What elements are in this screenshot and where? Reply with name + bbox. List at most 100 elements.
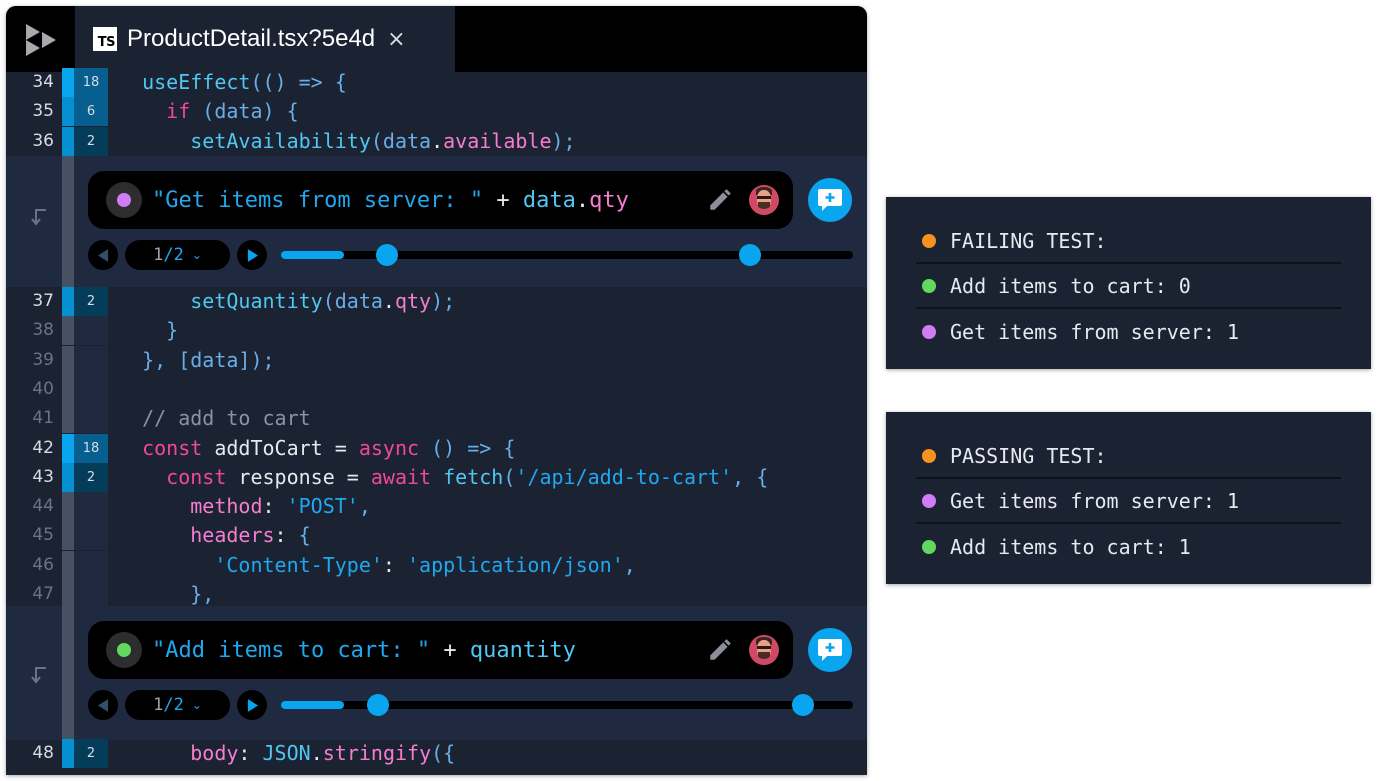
hit-count[interactable]: 18 (74, 433, 108, 463)
line-number: 34 (32, 72, 54, 92)
code-line: 34 18 useEffect(() => { (6, 68, 867, 97)
logpoint-expression-text[interactable]: "Add items to cart: " + quantity (152, 638, 707, 663)
next-triangle-icon (247, 698, 258, 712)
edit-pencil-icon[interactable] (707, 187, 733, 213)
test-card-title: PASSING TEST: (916, 434, 1341, 479)
code-line: 48 2 body: JSON.stringify({ (6, 739, 867, 768)
edit-pencil-icon[interactable] (707, 637, 733, 663)
code-token: ( (503, 464, 516, 489)
hit-indicator-bar (62, 345, 74, 375)
test-log-text: Add items to cart: 0 (950, 273, 1191, 298)
timeline-progress (281, 251, 344, 259)
timeline-hit-marker[interactable] (739, 244, 762, 266)
add-comment-button[interactable] (808, 628, 852, 672)
code-line: 41 // add to cart (6, 404, 867, 434)
hit-count[interactable]: 18 (74, 68, 108, 97)
test-log-text: PASSING TEST: (950, 443, 1107, 468)
timeline-hit-marker[interactable] (376, 244, 399, 266)
line-number: 37 (32, 291, 54, 311)
logpoint-return-arrow-icon (31, 667, 46, 684)
code-token: addToCart = (202, 435, 359, 460)
avatar-beard (758, 652, 770, 659)
test-log-text: Get items from server: 1 (950, 488, 1239, 513)
close-tab-icon[interactable]: × (387, 27, 405, 52)
hit-count (74, 550, 108, 580)
line-number: 35 (32, 101, 54, 122)
code-text: } (108, 316, 867, 345)
user-avatar (749, 185, 779, 215)
prev-triangle-icon (97, 698, 108, 712)
code-text: method: 'POST', (108, 492, 867, 521)
logpoint-expression[interactable]: "Add items to cart: " + quantity (88, 621, 793, 679)
code-token: { (298, 523, 311, 548)
logpoint-panel: "Get items from server: " + data.qty 1/2 ⌄ (6, 156, 867, 287)
pager-total: 2 (173, 695, 184, 715)
prev-triangle-icon (97, 248, 108, 262)
code-token: }, [data]); (118, 347, 275, 372)
timeline-track[interactable] (281, 244, 853, 266)
code-token: qty (589, 187, 629, 213)
hit-pager-dropdown[interactable]: 1/2 ⌄ (125, 240, 230, 270)
code-text: setQuantity(data.qty); (108, 287, 867, 316)
hit-count (74, 404, 108, 434)
code-token: ); (431, 289, 456, 313)
timeline-hit-marker[interactable] (792, 694, 815, 716)
logpoint-expression-text[interactable]: "Get items from server: " + data.qty (152, 188, 707, 213)
avatar-glasses (757, 646, 771, 649)
code-line: 40 (6, 374, 867, 404)
line-number: 43 (32, 466, 54, 487)
code-token: , { (732, 464, 769, 489)
line-number: 36 (32, 130, 54, 151)
line-number: 46 (32, 554, 54, 575)
previous-hit-button[interactable] (88, 240, 118, 270)
previous-hit-button[interactable] (88, 690, 118, 720)
test-log-text: Get items from server: 1 (950, 319, 1239, 344)
user-avatar (749, 635, 779, 665)
code-token: ); (551, 128, 576, 153)
hit-count[interactable]: 2 (74, 739, 108, 768)
code-token: method (118, 494, 263, 519)
code-line: 36 2 setAvailability(data.available); (6, 126, 867, 156)
file-tab[interactable]: TS ProductDetail.tsx?5e4d × (75, 6, 455, 72)
code-token: "Add items to cart: " (152, 637, 431, 663)
chevron-down-icon: ⌄ (191, 698, 202, 712)
logpoint-color-button[interactable] (106, 182, 142, 218)
next-hit-button[interactable] (237, 690, 267, 720)
hit-indicator-bar (62, 374, 74, 404)
hit-count (74, 374, 108, 404)
hit-indicator-bar (62, 492, 74, 522)
test-log-text: Add items to cart: 1 (950, 534, 1191, 559)
hit-indicator-bar (62, 550, 74, 580)
code-line: 47 }, (6, 580, 867, 609)
hit-count[interactable]: 2 (74, 462, 108, 492)
logpoint-panel: "Add items to cart: " + quantity 1/2 ⌄ (6, 606, 867, 740)
logpoint-color-button[interactable] (106, 632, 142, 668)
hit-pager-dropdown[interactable]: 1/2 ⌄ (125, 690, 230, 720)
code-line: 35 6 if (data) { (6, 97, 867, 127)
code-token: : (262, 494, 287, 519)
line-number: 40 (32, 378, 54, 399)
timeline-track[interactable] (281, 694, 853, 716)
hit-indicator-bar (62, 287, 74, 316)
line-number: 38 (32, 320, 54, 341)
code-token: (data) { (190, 99, 299, 124)
hit-count[interactable]: 2 (74, 287, 108, 316)
code-line: 38 } (6, 316, 867, 346)
logpoint-navigation: 1/2 ⌄ (88, 690, 853, 720)
hit-count[interactable]: 2 (74, 126, 108, 156)
chevron-down-icon: ⌄ (191, 248, 202, 262)
status-dot (922, 448, 936, 463)
hit-count[interactable]: 6 (74, 97, 108, 127)
hit-count (74, 345, 108, 375)
line-number: 47 (32, 584, 54, 604)
status-dot (922, 233, 936, 248)
hit-count (74, 580, 108, 609)
next-hit-button[interactable] (237, 240, 267, 270)
logpoint-expression[interactable]: "Get items from server: " + data.qty (88, 171, 793, 229)
timeline-hit-marker[interactable] (366, 694, 389, 716)
code-token: "Get items from server: " (152, 187, 484, 213)
add-comment-button[interactable] (808, 178, 852, 222)
code-token: } (118, 318, 179, 343)
hit-indicator-bar (62, 521, 74, 551)
hit-indicator-bar (62, 580, 74, 609)
